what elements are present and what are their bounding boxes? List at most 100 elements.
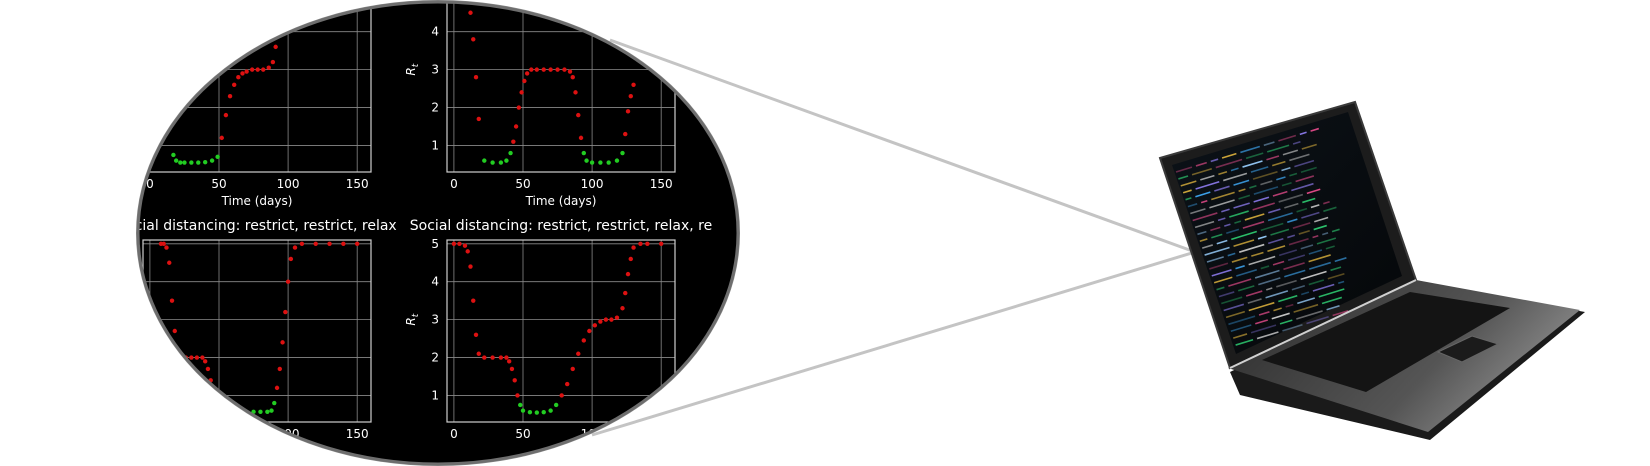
data-point: [178, 160, 183, 165]
data-point: [620, 150, 625, 156]
data-point: [511, 139, 516, 144]
data-point: [518, 402, 523, 408]
data-point: [283, 309, 288, 315]
data-point: [576, 112, 581, 118]
data-point: [548, 67, 553, 72]
data-point: [249, 67, 255, 72]
data-point: [645, 241, 650, 246]
data-point: [628, 256, 633, 262]
magnifier-lens: 050100150Time (days)05010015054321RtTime…: [117, 0, 740, 466]
data-point: [278, 14, 284, 19]
data-point: [490, 355, 495, 360]
data-point: [261, 67, 266, 72]
data-point: [638, 241, 643, 246]
data-point: [196, 160, 201, 165]
data-point: [614, 315, 620, 320]
laptop-illustration: [1158, 100, 1585, 440]
data-point: [272, 400, 277, 406]
data-point: [223, 112, 229, 118]
data-point: [202, 359, 208, 364]
data-point: [471, 37, 476, 42]
data-point: [236, 75, 241, 80]
data-point: [584, 158, 589, 163]
data-point: [237, 409, 242, 414]
data-point: [598, 160, 603, 165]
data-point: [468, 264, 473, 269]
data-point: [280, 340, 285, 345]
data-point: [211, 393, 216, 398]
data-point: [244, 69, 249, 74]
data-point: [623, 131, 628, 137]
data-point: [341, 241, 346, 246]
data-point: [274, 385, 280, 391]
data-point: [482, 355, 487, 360]
data-point: [578, 135, 584, 141]
data-point: [565, 381, 570, 387]
data-point: [223, 409, 229, 414]
y-tick-label: 5: [431, 237, 439, 251]
data-point: [628, 93, 633, 99]
data-point: [277, 366, 282, 372]
data-point: [623, 290, 628, 296]
data-point: [614, 158, 620, 163]
data-point: [265, 409, 270, 414]
data-point: [200, 355, 205, 360]
data-point: [592, 323, 598, 328]
data-point: [258, 409, 263, 414]
data-point: [232, 82, 237, 87]
data-point: [519, 90, 524, 95]
data-point: [524, 71, 530, 76]
y-tick-label: 3: [431, 313, 439, 327]
data-point: [216, 407, 222, 413]
panel-title: Social distancing: restrict, restrict, r…: [117, 218, 396, 234]
data-point: [209, 158, 215, 163]
y-tick-label: 1: [431, 388, 439, 402]
data-point: [288, 256, 294, 262]
data-point: [327, 241, 332, 246]
x-tick-label: 0: [450, 427, 458, 441]
y-tick-label: 2: [431, 101, 439, 115]
data-point: [230, 409, 236, 414]
data-point: [490, 160, 495, 165]
data-point: [508, 150, 513, 156]
x-tick-label: 50: [211, 177, 226, 191]
y-tick-label: 4: [431, 275, 439, 289]
data-point: [553, 402, 559, 408]
data-point: [522, 78, 527, 84]
data-point: [527, 409, 533, 415]
data-point: [631, 82, 636, 87]
data-point: [515, 393, 520, 398]
data-point: [620, 306, 625, 311]
data-point: [182, 160, 187, 165]
data-point: [276, 29, 281, 34]
x-tick-label: 150: [650, 177, 673, 191]
data-point: [227, 93, 233, 99]
data-point: [658, 241, 664, 246]
data-point: [451, 241, 457, 246]
data-point: [482, 158, 487, 163]
y-tick-label: 4: [431, 25, 439, 39]
data-point: [255, 67, 260, 72]
data-point: [202, 159, 208, 165]
data-point: [266, 65, 271, 70]
zoom-illustration: 050100150Time (days)05010015054321RtTime…: [117, 0, 1585, 466]
data-point: [625, 109, 631, 114]
y-tick-label: 2: [431, 351, 439, 365]
y-tick-label: 1: [431, 138, 439, 152]
x-axis-label: Time (days): [221, 194, 293, 208]
x-tick-label: 50: [515, 427, 530, 441]
data-point: [516, 105, 522, 110]
data-point: [631, 245, 636, 250]
data-point: [498, 160, 504, 165]
data-point: [468, 10, 473, 15]
data-point: [299, 241, 305, 246]
data-point: [506, 359, 512, 364]
data-point: [313, 241, 318, 246]
data-point: [603, 317, 609, 322]
x-axis-label: Time (days): [525, 194, 597, 208]
data-point: [512, 378, 517, 383]
data-point: [473, 332, 479, 337]
data-point: [520, 408, 526, 413]
data-point: [504, 158, 509, 163]
data-point: [476, 116, 481, 122]
